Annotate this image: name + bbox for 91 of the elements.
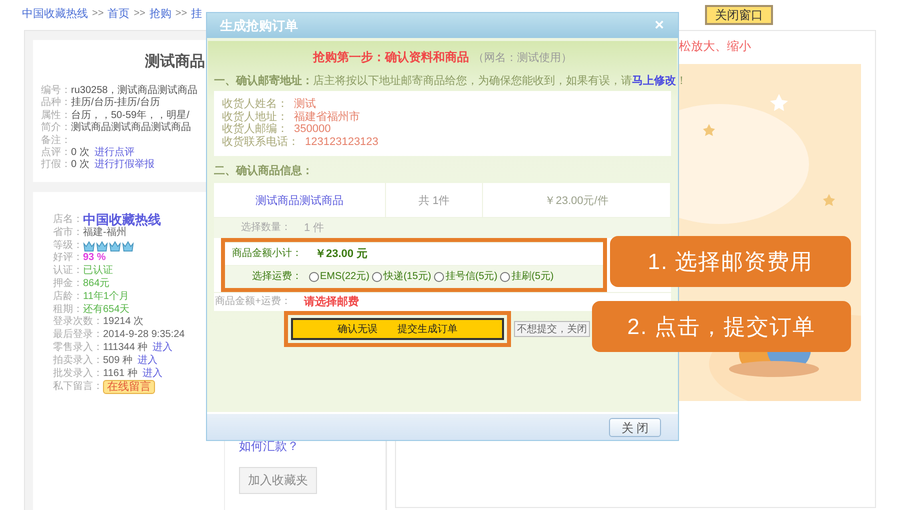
field-label: 好评：	[53, 252, 83, 265]
shop-value: 111344 种	[103, 342, 148, 354]
field-value: ru30258，测试商品测试商品	[71, 85, 198, 96]
field-label: 零售录入：	[53, 342, 103, 354]
address-value: 350000	[294, 123, 331, 136]
field-label: 登录次数：	[53, 316, 103, 328]
breadcrumb-link[interactable]: 挂	[191, 6, 202, 20]
field-value: 挂历/台历-挂历/台历	[71, 97, 160, 110]
field-value: 台历，，50-59年，，明星/	[71, 110, 190, 122]
address-value: 123123123123	[305, 136, 378, 148]
shipping-option[interactable]: 挂刷(5元)	[500, 271, 554, 283]
close-button[interactable]: 关 闭	[609, 418, 661, 436]
field-label: 编号：	[41, 85, 71, 96]
field-link[interactable]: 进行点评	[94, 147, 134, 160]
breadcrumb-separator: >>	[134, 8, 146, 18]
crown-icon	[122, 240, 134, 252]
field-label: 店龄：	[53, 290, 83, 304]
address-heading: 一、确认邮寄地址：店主将按以下地址邮寄商品给您，为确保您能收到，如果有误，请马上修改！	[214, 75, 687, 87]
field-label: 私下留言：	[53, 380, 103, 394]
field-label: 押金：	[53, 278, 83, 290]
close-window-button[interactable]: 关闭窗口	[705, 5, 773, 25]
breadcrumb-link[interactable]: 首页	[108, 6, 130, 20]
shipping-option[interactable]: 挂号信(5元)	[434, 271, 498, 283]
field-label: 点评：	[41, 147, 71, 158]
field-value: 0 次	[71, 159, 90, 172]
field-label: 省市：	[53, 226, 83, 240]
address-value: 福建省福州市	[294, 110, 360, 123]
shop-value: 509 种	[103, 354, 132, 368]
field-label: 备注：	[41, 134, 71, 146]
shop-value: 1161 种	[103, 368, 138, 380]
message-button[interactable]: 在线留言	[103, 380, 155, 394]
how-to-pay-link[interactable]: 如何汇款？	[239, 438, 299, 455]
shop-value: 864元	[83, 278, 110, 291]
address-label: 收货人邮编：	[222, 123, 288, 136]
edit-link[interactable]: 马上修改	[632, 75, 676, 87]
add-favorite-button[interactable]: 加入收藏夹	[239, 467, 317, 494]
address-value: 测试	[294, 98, 316, 110]
cancel-button[interactable]: 不想提交，关闭	[514, 321, 590, 337]
subtotal-label: 商品金额小计：	[232, 248, 303, 260]
field-label: 批发录入：	[53, 368, 103, 380]
goods-heading: 二、确认商品信息：	[214, 165, 313, 177]
field-label: 租期：	[53, 304, 83, 316]
address-label: 收货联系电话：	[222, 136, 299, 148]
breadcrumb-link[interactable]: 中国收藏热线	[22, 6, 88, 20]
enter-link[interactable]: 进入	[137, 354, 158, 368]
shop-value: 2014-9-28 9:35:24	[103, 329, 185, 342]
shop-value: 还有654天	[83, 304, 130, 316]
step-callout: 1. 选择邮资费用	[610, 236, 851, 287]
field-value: 测试商品测试商品测试商品	[71, 122, 191, 135]
field-label: 品种：	[41, 97, 71, 110]
address-label: 收货人地址：	[222, 110, 288, 122]
quantity-value: 1 件	[304, 222, 324, 234]
shop-value: 中国收藏热线	[83, 214, 161, 227]
field-link[interactable]: 进行打假举报	[94, 159, 154, 172]
breadcrumb-link[interactable]: 抢购	[149, 6, 172, 20]
field-label: 拍卖录入：	[53, 354, 103, 368]
crown-icon	[83, 240, 95, 252]
shop-value: 11年1个月	[83, 290, 129, 304]
zoom-hint: 松放大、缩小	[679, 38, 752, 55]
field-label: 打假：	[41, 159, 71, 172]
enter-link[interactable]: 进入	[152, 342, 173, 355]
shop-value: 已认证	[83, 265, 113, 278]
nickname-note: （网名：测试使用）	[473, 52, 572, 64]
field-label: 店名：	[53, 214, 83, 226]
product-title: 测试商品	[145, 52, 205, 71]
shipping-option[interactable]: 快递(15元)	[372, 271, 432, 283]
breadcrumb-separator: >>	[175, 8, 188, 18]
subtotal-value: ￥23.00 元	[315, 248, 368, 260]
quantity-label: 选择数量：	[241, 222, 292, 234]
field-label: 属性：	[41, 110, 71, 122]
crown-icon	[109, 240, 121, 252]
field-label: 认证：	[53, 265, 83, 278]
enter-link[interactable]: 进入	[142, 368, 162, 380]
shop-value: 19214 次	[103, 316, 144, 330]
total-label: 商品金额+运费：	[215, 296, 292, 308]
shipping-option[interactable]: EMS(22元)	[309, 271, 370, 283]
total-value: 请选择邮费	[304, 296, 359, 308]
field-label: 简介：	[41, 122, 71, 134]
shop-value: 福建-福州	[83, 226, 126, 240]
shop-value: 93 %	[83, 252, 106, 265]
address-label: 收货人姓名：	[222, 98, 288, 110]
shipping-label: 选择运费：	[252, 271, 303, 283]
field-label: 等级：	[53, 240, 83, 252]
submit-order-button[interactable]: 确认无误 提交生成订单	[291, 318, 504, 340]
dialog-title: 生成抢购订单	[220, 16, 298, 34]
crown-icon	[96, 240, 108, 252]
field-label: 最后登录：	[53, 329, 103, 342]
step-title: 抢购第一步：确认资料和商品	[313, 50, 469, 64]
step-callout: 2. 点击，提交订单	[592, 301, 851, 352]
breadcrumb-separator: >>	[92, 8, 104, 18]
field-value: 0 次	[71, 147, 90, 159]
